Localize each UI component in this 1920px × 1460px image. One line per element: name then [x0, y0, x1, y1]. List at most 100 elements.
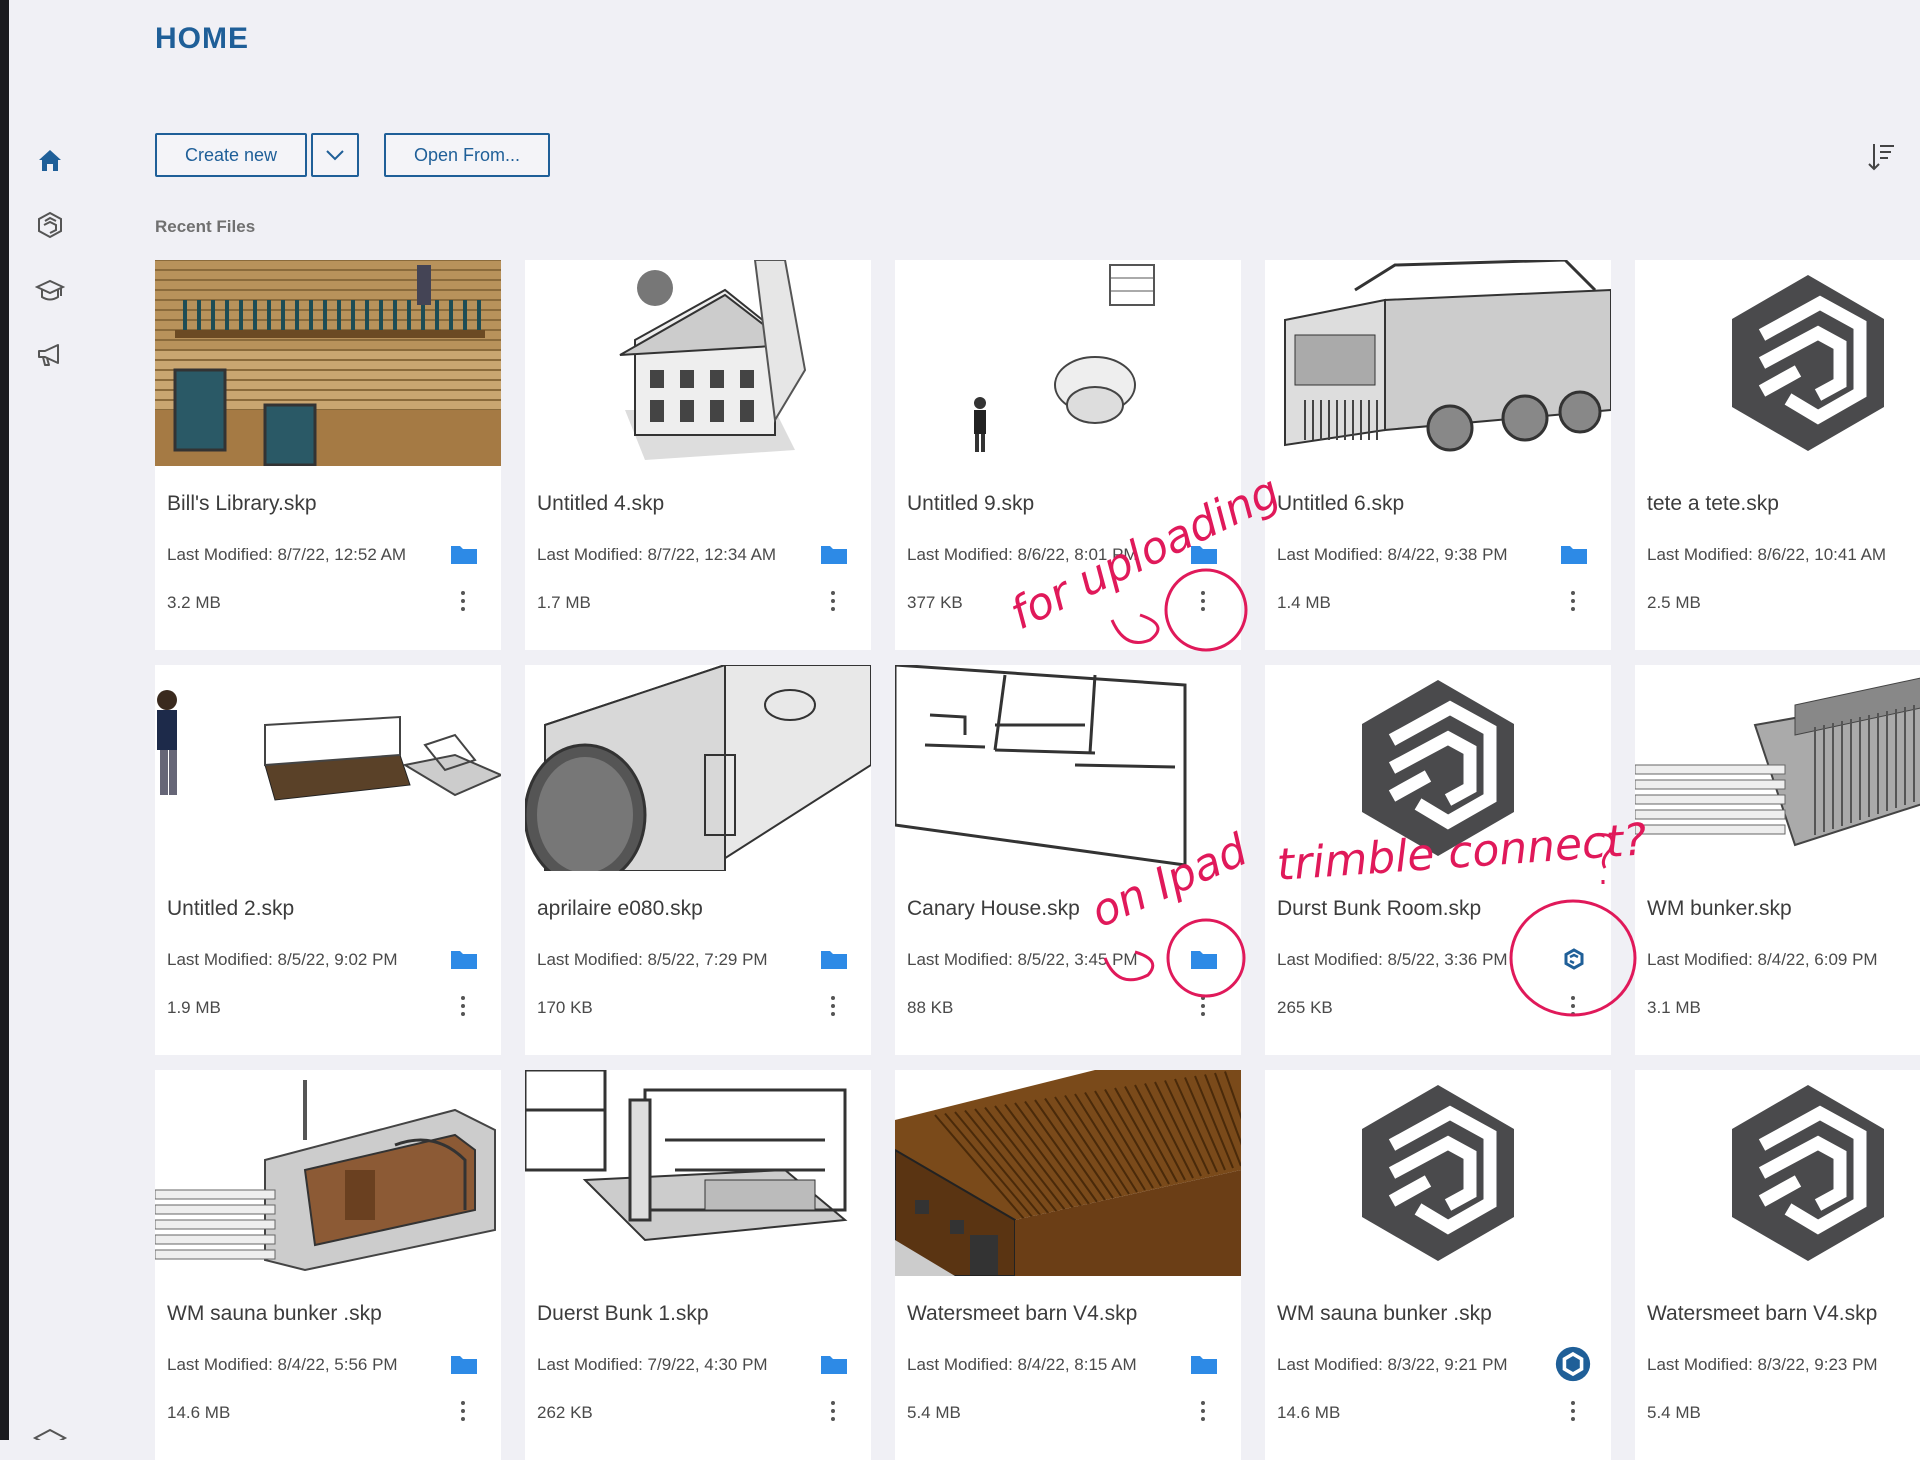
more-options-button[interactable]	[1565, 586, 1581, 616]
megaphone-icon	[38, 344, 59, 366]
folder-icon	[1561, 546, 1587, 564]
file-modified: Last Modified: 8/5/22, 9:02 PM	[167, 950, 398, 969]
file-card[interactable]: Watersmeet barn V4.skp Last Modified: 8/4…	[895, 1070, 1241, 1460]
file-thumbnail[interactable]	[1265, 1070, 1611, 1276]
file-card[interactable]: WM sauna bunker .skp Last Modified: 8/4/2…	[155, 1070, 501, 1460]
file-modified: Last Modified: 8/7/22, 12:52 AM	[167, 545, 407, 564]
file-card[interactable]: Watersmeet barn V4.skp Last Modified: 8/3…	[1635, 1070, 1920, 1460]
file-name: WM sauna bunker .skp	[167, 1302, 382, 1325]
file-thumbnail[interactable]	[525, 1070, 871, 1276]
sidebar-item-home[interactable]	[30, 140, 70, 180]
file-card[interactable]: Untitled 4.skp Last Modified: 8/7/22, 12:…	[525, 260, 871, 650]
more-options-button[interactable]	[1565, 1396, 1581, 1426]
sidebar-item-learn[interactable]	[30, 270, 70, 310]
file-thumbnail[interactable]	[1265, 260, 1611, 466]
file-thumbnail[interactable]	[895, 665, 1241, 871]
file-modified: Last Modified: 8/4/22, 9:38 PM	[1277, 545, 1508, 564]
file-thumbnail[interactable]	[1265, 665, 1611, 871]
more-options-button[interactable]	[1195, 586, 1211, 616]
file-thumbnail[interactable]	[525, 260, 871, 466]
file-name: Bill's Library.skp	[167, 492, 317, 515]
file-size: 5.4 MB	[907, 1403, 961, 1422]
file-modified: Last Modified: 8/4/22, 5:56 PM	[167, 1355, 398, 1374]
file-modified: Last Modified: 8/7/22, 12:34 AM	[537, 545, 777, 564]
file-name: tete a tete.skp	[1647, 492, 1779, 515]
file-thumbnail[interactable]	[155, 665, 501, 871]
sidebar	[30, 140, 70, 400]
more-options-button[interactable]	[1195, 1396, 1211, 1426]
folder-icon	[451, 951, 477, 969]
more-options-button[interactable]	[455, 586, 471, 616]
toolbar: Create new Open From...	[155, 133, 550, 177]
file-size: 265 KB	[1277, 998, 1333, 1017]
file-card[interactable]: Duerst Bunk 1.skp Last Modified: 7/9/22, …	[525, 1070, 871, 1460]
file-modified: Last Modified: 8/5/22, 7:29 PM	[537, 950, 768, 969]
file-modified: Last Modified: 8/4/22, 6:09 PM	[1647, 950, 1878, 969]
sidebar-item-connect[interactable]	[30, 205, 70, 245]
file-size: 88 KB	[907, 998, 954, 1017]
more-options-button[interactable]	[825, 991, 841, 1021]
file-thumbnail[interactable]	[1635, 665, 1920, 871]
file-card[interactable]: Untitled 2.skp Last Modified: 8/5/22, 9:0…	[155, 665, 501, 1055]
trimble-connect-icon	[1564, 948, 1584, 970]
sort-icon[interactable]	[1864, 140, 1898, 174]
more-options-button[interactable]	[455, 991, 471, 1021]
file-card[interactable]: aprilaire e080.skp Last Modified: 8/5/22,…	[525, 665, 871, 1055]
more-options-button[interactable]	[825, 1396, 841, 1426]
file-card[interactable]: tete a tete.skp Last Modified: 8/6/22, 10…	[1635, 260, 1920, 650]
file-name: Duerst Bunk 1.skp	[537, 1302, 709, 1325]
file-card[interactable]: WM sauna bunker .skp Last Modified: 8/3/2…	[1265, 1070, 1611, 1460]
file-thumbnail[interactable]	[895, 1070, 1241, 1276]
create-new-dropdown-button[interactable]	[311, 133, 359, 177]
file-modified: Last Modified: 8/6/22, 8:01 PM	[907, 545, 1138, 564]
file-size: 14.6 MB	[167, 1403, 231, 1422]
folder-icon	[451, 1356, 477, 1374]
sidebar-bottom-icon[interactable]	[30, 1420, 70, 1440]
file-size: 14.6 MB	[1277, 1403, 1341, 1422]
folder-icon	[1191, 1356, 1217, 1374]
more-options-button[interactable]	[825, 586, 841, 616]
file-name: WM bunker.skp	[1647, 897, 1792, 920]
file-card[interactable]: Untitled 6.skp Last Modified: 8/4/22, 9:3…	[1265, 260, 1611, 650]
file-name: Untitled 9.skp	[907, 492, 1035, 515]
file-card[interactable]: Canary House.skp Last Modified: 8/5/22, 3…	[895, 665, 1241, 1055]
file-thumbnail[interactable]	[525, 665, 871, 871]
trimble-connect-icon	[38, 211, 62, 239]
file-modified: Last Modified: 8/3/22, 9:23 PM	[1647, 1355, 1878, 1374]
file-size: 3.2 MB	[167, 593, 221, 612]
chevron-down-icon	[326, 150, 344, 161]
more-options-button[interactable]	[455, 1396, 471, 1426]
open-from-button[interactable]: Open From...	[384, 133, 550, 177]
more-options-button[interactable]	[1195, 991, 1211, 1021]
file-thumbnail[interactable]	[155, 260, 501, 466]
folder-icon	[1191, 546, 1217, 564]
file-card[interactable]: WM bunker.skp Last Modified: 8/4/22, 6:09…	[1635, 665, 1920, 1055]
file-size: 170 KB	[537, 998, 593, 1017]
file-modified: Last Modified: 8/3/22, 9:21 PM	[1277, 1355, 1508, 1374]
file-thumbnail[interactable]	[155, 1070, 501, 1276]
file-modified: Last Modified: 8/5/22, 3:45 PM	[907, 950, 1138, 969]
file-modified: Last Modified: 8/5/22, 3:36 PM	[1277, 950, 1508, 969]
graduation-cap-icon	[35, 279, 65, 301]
home-icon	[39, 150, 61, 171]
file-card[interactable]: Bill's Library.skp Last Modified: 8/7/22,…	[155, 260, 501, 650]
more-options-button[interactable]	[1565, 991, 1581, 1021]
file-size: 1.7 MB	[537, 593, 591, 612]
create-new-button[interactable]: Create new	[155, 133, 307, 177]
window-edge	[0, 0, 9, 1440]
recent-files-label: Recent Files	[155, 217, 256, 236]
file-name: aprilaire e080.skp	[537, 897, 703, 920]
file-size: 1.4 MB	[1277, 593, 1331, 612]
file-thumbnail[interactable]	[1635, 260, 1920, 466]
file-card[interactable]: Untitled 9.skp Last Modified: 8/6/22, 8:0…	[895, 260, 1241, 650]
file-name: Watersmeet barn V4.skp	[907, 1302, 1138, 1325]
file-name: Durst Bunk Room.skp	[1277, 897, 1482, 920]
folder-icon	[1191, 951, 1217, 969]
file-size: 2.5 MB	[1647, 593, 1701, 612]
file-thumbnail[interactable]	[895, 260, 1241, 466]
file-size: 377 KB	[907, 593, 963, 612]
sidebar-item-news[interactable]	[30, 335, 70, 375]
file-size: 5.4 MB	[1647, 1403, 1701, 1422]
file-thumbnail[interactable]	[1635, 1070, 1920, 1276]
file-card[interactable]: Durst Bunk Room.skp Last Modified: 8/5/22…	[1265, 665, 1611, 1055]
